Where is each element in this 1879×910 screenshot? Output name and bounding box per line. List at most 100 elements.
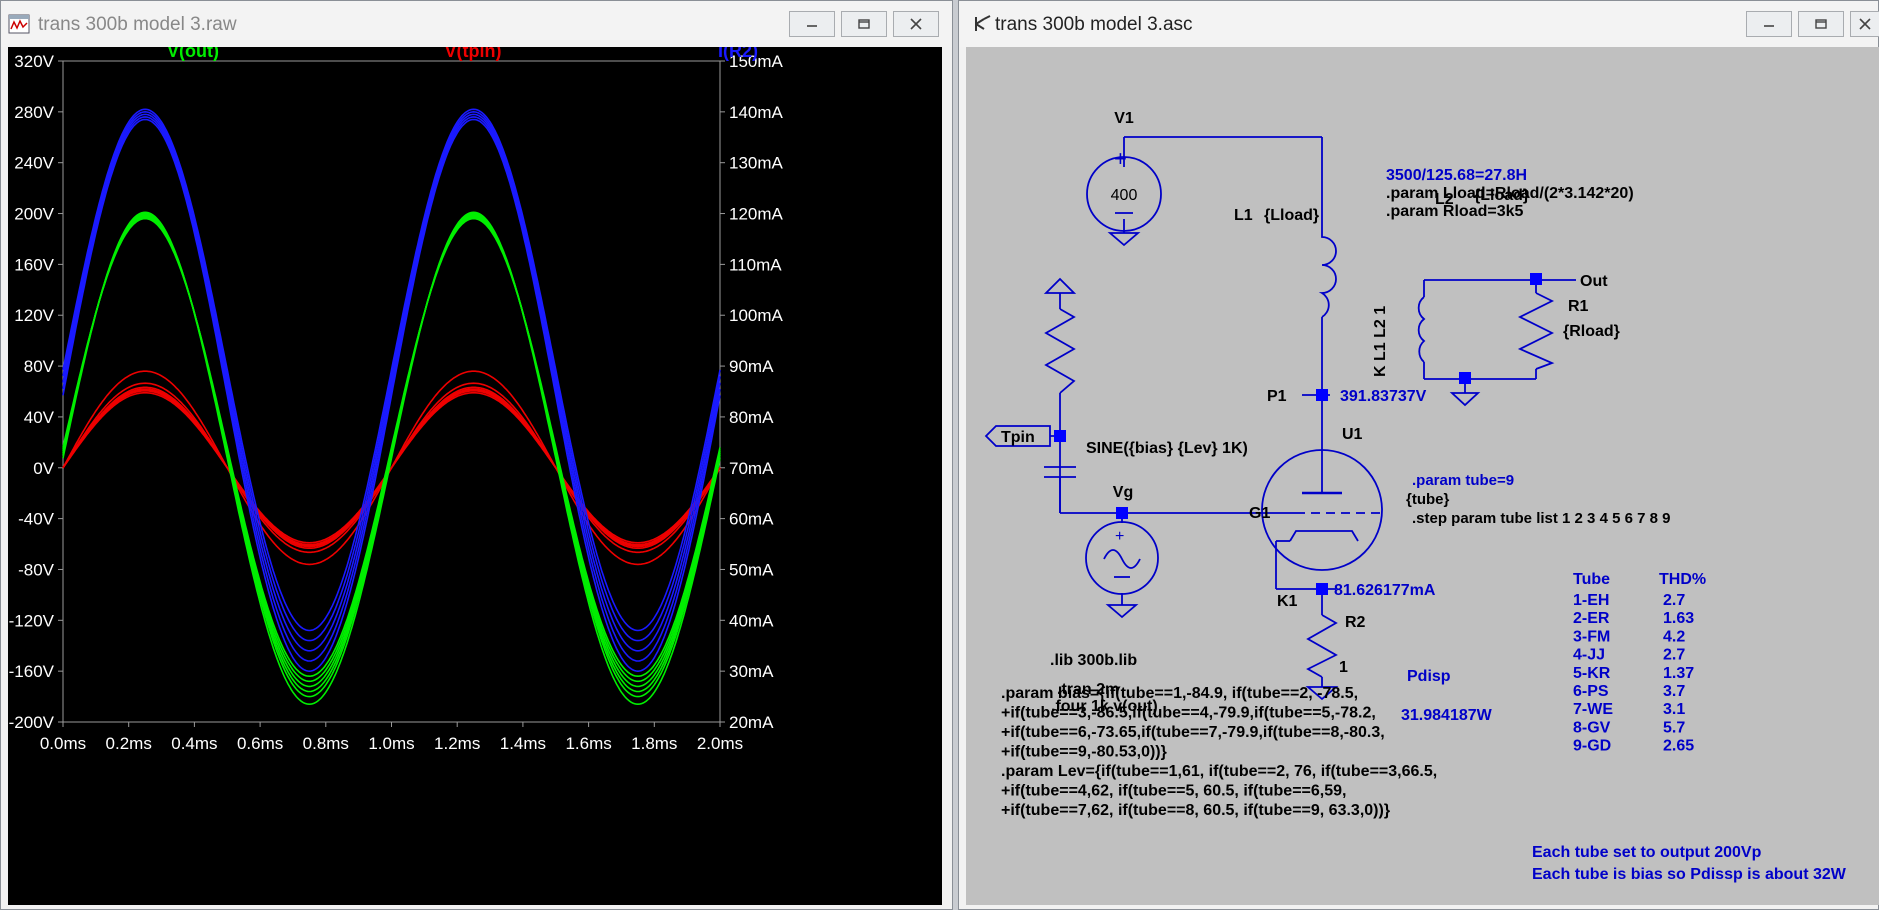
close-button[interactable] xyxy=(893,11,939,37)
sine-wave-icon xyxy=(1103,549,1141,569)
x-tick-label: 1.0ms xyxy=(368,734,414,753)
maximize-button[interactable] xyxy=(1798,11,1844,37)
table-cell-tube: 3-FM xyxy=(1573,628,1610,645)
schematic-titlebar[interactable]: trans 300b model 3.asc xyxy=(959,1,1879,47)
node-l2-bottom[interactable] xyxy=(1459,372,1471,384)
node-tpin[interactable] xyxy=(1054,430,1066,442)
vg-label: Vg xyxy=(1113,484,1133,501)
waveform-chart[interactable]: 0.0ms 0.2ms 0.4ms 0.6ms 0.8ms 1.0ms 1.2ms 1.4ms… xyxy=(8,47,942,905)
lev-param-line: +if(tube==4,62, if(tube==5, 60.5, if(tub… xyxy=(1001,783,1346,800)
minimize-button[interactable] xyxy=(1746,11,1792,37)
bias-param-line: +if(tube==9,-80.53,0))} xyxy=(1001,744,1167,761)
x-tick-label: 0.8ms xyxy=(303,734,349,753)
x-tick-label: 0.0ms xyxy=(40,734,86,753)
ground-icon xyxy=(1107,232,1141,247)
v1-label: V1 xyxy=(1114,110,1134,127)
y-left-tick-label: 320V xyxy=(14,52,54,71)
trace-4 xyxy=(62,116,721,662)
table-cell-thd: 1.37 xyxy=(1663,665,1694,682)
waveform-plot-area[interactable]: 0.0ms 0.2ms 0.4ms 0.6ms 0.8ms 1.0ms 1.2ms 1.4ms… xyxy=(8,47,942,905)
waveform-titlebar[interactable]: trans 300b model 3.raw xyxy=(1,1,952,47)
y-left-tick-label: -40V xyxy=(18,510,55,529)
ground-icon xyxy=(1105,604,1139,619)
bias-resistor[interactable] xyxy=(1044,308,1076,394)
bias-param-line: +if(tube==6,-73.65,if(tube==7,-79.9,if(t… xyxy=(1001,724,1385,741)
thd-table: Tube THD% 1-EH 2.7 2-ER 1.63 3-FM 4.2 4-JJ 2.7 5… xyxy=(1573,571,1706,755)
bias-param-line: .param bias={if(tube==1,-84.9, if(tube==… xyxy=(1001,685,1358,702)
table-cell-tube: 6-PS xyxy=(1573,683,1609,700)
x-tick-label: 1.2ms xyxy=(434,734,480,753)
legend-v-out[interactable]: V(out) xyxy=(167,47,219,61)
x-tick-label: 1.8ms xyxy=(631,734,677,753)
minimize-button[interactable] xyxy=(789,11,835,37)
y-left-tick-label: -200V xyxy=(9,713,55,732)
node-out[interactable] xyxy=(1530,273,1542,285)
y-right-tick-label: 120mA xyxy=(729,205,784,224)
schematic-canvas[interactable]: + 400 V1 L1 {Lload} K L1 L2 1 L2 {Lload} xyxy=(966,47,1879,905)
node-vg[interactable] xyxy=(1116,507,1128,519)
minimize-icon xyxy=(1764,25,1774,27)
y-left-tick-label: 0V xyxy=(33,459,54,478)
supply-arrow-icon xyxy=(1043,277,1077,294)
y-left-tick-label: -120V xyxy=(9,611,55,630)
maximize-button[interactable] xyxy=(841,11,887,37)
lev-param-line: .param Lev={if(tube==1,61, if(tube==2, 7… xyxy=(1001,763,1437,780)
v1-value: 400 xyxy=(1111,187,1138,204)
chart-traces xyxy=(62,108,721,706)
note-output: Each tube set to output 200Vp xyxy=(1532,844,1762,861)
pdisp-value: 31.984187W xyxy=(1401,707,1493,724)
param-lload: .param Lload=Rload/(2*3.142*20) xyxy=(1386,185,1634,202)
x-tick-label: 0.4ms xyxy=(171,734,217,753)
y-right-tick-label: 130mA xyxy=(729,154,784,173)
param-rload: .param Rload=3k5 xyxy=(1386,203,1524,220)
y-right-tick-label: 80mA xyxy=(729,408,774,427)
node-p1[interactable] xyxy=(1316,389,1328,401)
maximize-icon xyxy=(858,19,870,29)
series-v-tpin xyxy=(62,370,721,566)
node-k1[interactable] xyxy=(1316,583,1328,595)
y-right-tick-label: 100mA xyxy=(729,306,784,325)
y-left-tick-label: 280V xyxy=(14,103,54,122)
lev-param-line: +if(tube==7,62, if(tube==8, 60.5, if(tub… xyxy=(1001,802,1390,819)
y-left-tick-label: 200V xyxy=(14,205,54,224)
tpin-port[interactable]: Tpin xyxy=(984,425,1051,447)
table-header-thd: THD% xyxy=(1659,571,1706,588)
bias-param-line: +if(tube==3,-86.5,if(tube==4,-79.9,if(tu… xyxy=(1001,705,1376,722)
v1-source[interactable]: + 400 V1 xyxy=(1086,110,1162,232)
y-left-tick-label: -160V xyxy=(9,662,55,681)
close-button[interactable] xyxy=(1850,11,1879,37)
trace-3 xyxy=(62,113,721,652)
y-left-tick-label: 40V xyxy=(24,408,55,427)
param-tube: .param tube=9 xyxy=(1412,472,1514,489)
y-left-tick-label: 120V xyxy=(14,306,54,325)
l1-inductor[interactable]: L1 {Lload} xyxy=(1234,207,1337,318)
p1-voltage: 391.83737V xyxy=(1340,388,1427,405)
tpin-label: Tpin xyxy=(1001,429,1035,446)
r2-resistor[interactable]: R2 1 xyxy=(1306,614,1366,678)
legend-v-tpin[interactable]: V(tpin) xyxy=(445,47,502,61)
x-tick-label: 0.6ms xyxy=(237,734,283,753)
legend-i-r2[interactable]: I(R2) xyxy=(718,47,758,61)
vg-sine-source[interactable]: + xyxy=(1085,521,1159,595)
table-cell-thd: 3.7 xyxy=(1663,683,1685,700)
u1-triode-tube[interactable] xyxy=(1261,443,1383,571)
r1-resistor[interactable]: R1 {Rload} xyxy=(1517,292,1620,370)
x-tick-label: 1.4ms xyxy=(500,734,546,753)
close-icon xyxy=(910,18,922,30)
minimize-icon xyxy=(807,25,817,27)
close-icon xyxy=(1859,18,1871,30)
tube-symbol-value: {tube} xyxy=(1406,491,1450,508)
schematic-window-title: trans 300b model 3.asc xyxy=(995,14,1193,35)
table-cell-tube: 4-JJ xyxy=(1573,647,1605,664)
g1-label: G1 xyxy=(1249,505,1270,522)
y-right-tick-label: 40mA xyxy=(729,611,774,630)
schematic-window: trans 300b model 3.asc + 400 V1 L1 {Lloa… xyxy=(958,0,1879,910)
series-v-out xyxy=(62,211,721,706)
table-cell-tube: 7-WE xyxy=(1573,701,1613,718)
sine-source-spec: SINE({bias} {Lev} 1K) xyxy=(1086,440,1248,457)
schematic-drawing[interactable]: + 400 V1 L1 {Lload} K L1 L2 1 L2 {Lload} xyxy=(966,47,1879,905)
y-left-tick-label: 160V xyxy=(14,255,54,274)
trace-6 xyxy=(62,217,721,678)
chart-legend: V(out) V(tpin) I(R2) xyxy=(167,47,758,61)
r2-value: 1 xyxy=(1339,659,1348,676)
